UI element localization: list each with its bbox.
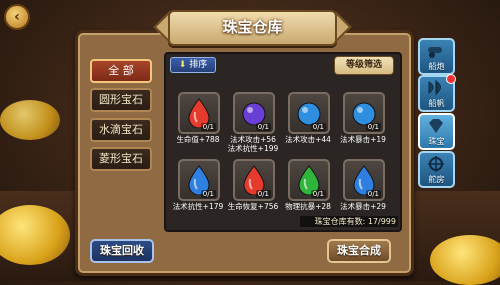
- category-round-gem[interactable]: 圆形宝石: [90, 88, 152, 112]
- jewel-recycle-button[interactable]: 珠宝回收: [90, 239, 154, 263]
- gem-stat: 生命恢复+756: [227, 202, 279, 211]
- category-drop-gem[interactable]: 水滴宝石: [90, 118, 152, 142]
- gem-stat: 法术抗性+179: [172, 202, 224, 211]
- gem-slot[interactable]: 0/1: [288, 92, 330, 134]
- gem-level: 0/1: [310, 190, 326, 198]
- nav-sail-label: 船帆: [428, 99, 445, 108]
- sort-button[interactable]: ⬇ 排序: [170, 57, 216, 73]
- gem-slot[interactable]: 0/1: [233, 92, 275, 134]
- jewel-icon: [429, 119, 443, 133]
- nav-cannon[interactable]: 船炮: [418, 38, 455, 75]
- nav-helm-room[interactable]: 舵房: [418, 151, 455, 188]
- gem-slot[interactable]: 0/1: [178, 92, 220, 134]
- nav-cannon-label: 船炮: [428, 62, 445, 71]
- gem-slot[interactable]: 0/1: [288, 159, 330, 201]
- gem-slot[interactable]: 0/1: [233, 159, 275, 201]
- gem-level: 0/1: [255, 190, 271, 198]
- nav-jewel[interactable]: 珠宝: [418, 113, 455, 150]
- gem-stat: 物理抗暴+28: [285, 202, 331, 211]
- level-filter-button[interactable]: 等级筛选: [334, 56, 394, 75]
- gem-stat: 法术暴击+29: [340, 202, 386, 211]
- gold-pile-left-top: [0, 100, 60, 140]
- sail-icon: [428, 80, 441, 95]
- nav-helm-room-label: 舵房: [428, 175, 445, 184]
- gem-slot[interactable]: 0/1: [178, 159, 220, 201]
- page-title: 珠宝仓库: [168, 10, 337, 46]
- gem-stat: 法术暴击+19: [340, 135, 386, 144]
- sort-label: 排序: [189, 60, 208, 70]
- nav-jewel-label: 珠宝: [428, 137, 445, 146]
- gem-level: 0/1: [200, 190, 216, 198]
- gem-stat: 法术抗性+199: [227, 144, 279, 153]
- gem-slot[interactable]: 0/1: [343, 92, 385, 134]
- category-sidebar: 全 部 圆形宝石 水滴宝石 菱形宝石: [90, 52, 152, 180]
- nav-sail[interactable]: 船帆: [418, 74, 456, 112]
- back-button[interactable]: ‹: [4, 4, 30, 30]
- gem-stat: 法术攻击+44: [285, 135, 331, 144]
- gem-level: 0/1: [365, 123, 381, 131]
- sort-arrow-icon: ⬇: [178, 60, 187, 70]
- category-all[interactable]: 全 部: [90, 59, 152, 83]
- gem-level: 0/1: [365, 190, 381, 198]
- storage-count: 珠宝仓库有数: 17/999: [300, 216, 398, 227]
- category-diamond-gem[interactable]: 菱形宝石: [90, 147, 152, 171]
- gem-level: 0/1: [200, 123, 216, 131]
- jewel-synthesize-button[interactable]: 珠宝合成: [327, 239, 391, 263]
- ship-wheel-icon: [428, 156, 444, 172]
- gem-level: 0/1: [310, 123, 326, 131]
- cannon-icon: [428, 47, 442, 58]
- gem-stat: 生命值+788: [176, 135, 220, 144]
- gold-pile-right: [430, 235, 500, 285]
- gem-slot[interactable]: 0/1: [343, 159, 385, 201]
- notification-badge: [446, 74, 456, 84]
- gem-level: 0/1: [255, 123, 271, 131]
